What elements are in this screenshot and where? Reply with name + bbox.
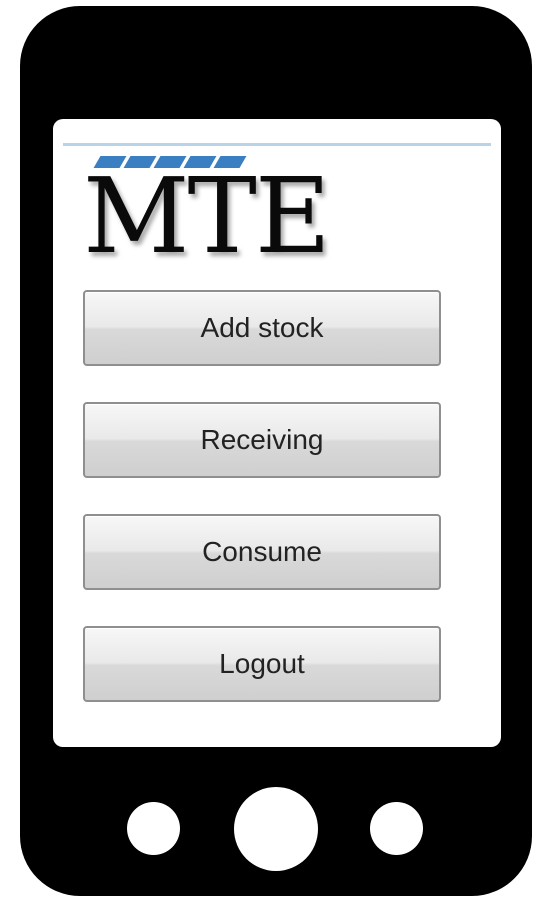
app-screen: MTE Add stock Receiving Consume Logout bbox=[53, 119, 501, 747]
device-menu-button-icon[interactable] bbox=[370, 802, 423, 855]
device-home-button-icon[interactable] bbox=[234, 787, 318, 871]
add-stock-button[interactable]: Add stock bbox=[83, 290, 441, 366]
main-menu: Add stock Receiving Consume Logout bbox=[83, 290, 441, 738]
consume-button[interactable]: Consume bbox=[83, 514, 441, 590]
receiving-button[interactable]: Receiving bbox=[83, 402, 441, 478]
logo-text: MTE bbox=[83, 155, 331, 277]
hardware-buttons bbox=[20, 781, 532, 871]
logout-button[interactable]: Logout bbox=[83, 626, 441, 702]
phone-device-frame: MTE Add stock Receiving Consume Logout bbox=[20, 6, 532, 896]
device-back-button-icon[interactable] bbox=[127, 802, 180, 855]
mte-logo: MTE bbox=[83, 152, 373, 282]
header-divider bbox=[63, 143, 491, 146]
